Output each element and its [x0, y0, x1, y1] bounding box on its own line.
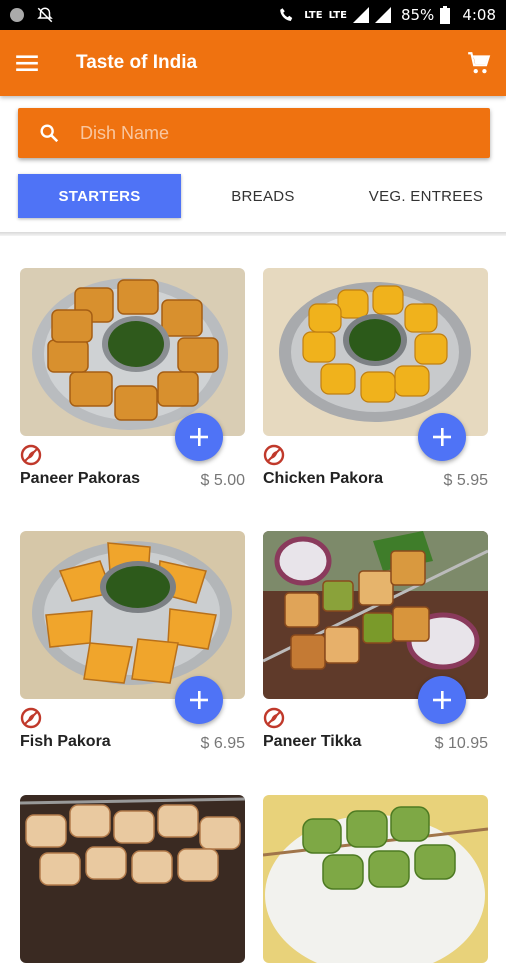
tab-veg-entrees[interactable]: VEG. ENTREES — [356, 174, 496, 218]
menu-icon[interactable] — [14, 50, 40, 76]
menu-item-card[interactable]: Chicken Pakora $ 5.95 — [263, 268, 488, 489]
no-veg-icon — [263, 707, 285, 729]
tabs-divider — [0, 232, 506, 236]
call-lte-icon — [280, 8, 293, 21]
search-input[interactable]: Dish Name — [80, 123, 169, 144]
add-to-cart-button[interactable] — [418, 676, 466, 724]
no-veg-icon — [263, 444, 285, 466]
dish-name: Chicken Pakora — [263, 470, 384, 487]
network-lte-label: LTE — [304, 9, 323, 21]
dish-image — [263, 795, 488, 963]
no-veg-icon — [20, 444, 42, 466]
signal-icon — [352, 7, 369, 23]
app-title: Taste of India — [76, 52, 198, 73]
dish-price: $ 5.95 — [443, 472, 488, 489]
signal-icon-2 — [374, 7, 391, 23]
dish-image — [20, 531, 245, 699]
dish-image — [20, 795, 245, 963]
plus-icon — [433, 691, 451, 709]
status-bar: LTE LTE 85% 4:08 — [0, 0, 506, 30]
cart-icon[interactable] — [466, 50, 492, 76]
dish-price: $ 10.95 — [434, 735, 488, 752]
category-tabs: STARTERS BREADS VEG. ENTREES — [0, 174, 506, 218]
plus-icon — [433, 428, 451, 446]
tab-starters[interactable]: STARTERS — [18, 174, 181, 218]
menu-item-card[interactable]: Paneer Tikka $ 10.95 — [263, 531, 488, 752]
menu-item-card[interactable]: Fish Pakora $ 6.95 — [20, 531, 245, 752]
clock: 4:08 — [462, 6, 496, 24]
battery-icon — [440, 6, 451, 24]
notifications-off-icon — [37, 7, 53, 23]
dish-name: Paneer Pakoras — [20, 470, 141, 487]
search-bar[interactable]: Dish Name — [18, 108, 490, 158]
dish-name: Paneer Tikka — [263, 733, 362, 750]
dish-price: $ 5.00 — [200, 472, 245, 489]
dish-image — [20, 268, 245, 436]
add-to-cart-button[interactable] — [418, 413, 466, 461]
add-to-cart-button[interactable] — [175, 413, 223, 461]
dish-name: Fish Pakora — [20, 733, 111, 750]
battery-percent: 85% — [400, 6, 435, 24]
app-bar: Taste of India — [0, 30, 506, 96]
network-lte-label-2: LTE — [328, 9, 347, 21]
dish-price: $ 6.95 — [200, 735, 245, 752]
plus-icon — [190, 691, 208, 709]
search-icon — [40, 124, 59, 143]
menu-item-card[interactable] — [20, 795, 245, 963]
dish-image — [263, 531, 488, 699]
notification-dot-icon — [10, 8, 24, 22]
tab-breads[interactable]: BREADS — [200, 174, 326, 218]
add-to-cart-button[interactable] — [175, 676, 223, 724]
no-veg-icon — [20, 707, 42, 729]
menu-item-card[interactable]: Paneer Pakoras $ 5.00 — [20, 268, 245, 489]
dish-image — [263, 268, 488, 436]
plus-icon — [190, 428, 208, 446]
menu-item-card[interactable] — [263, 795, 488, 963]
